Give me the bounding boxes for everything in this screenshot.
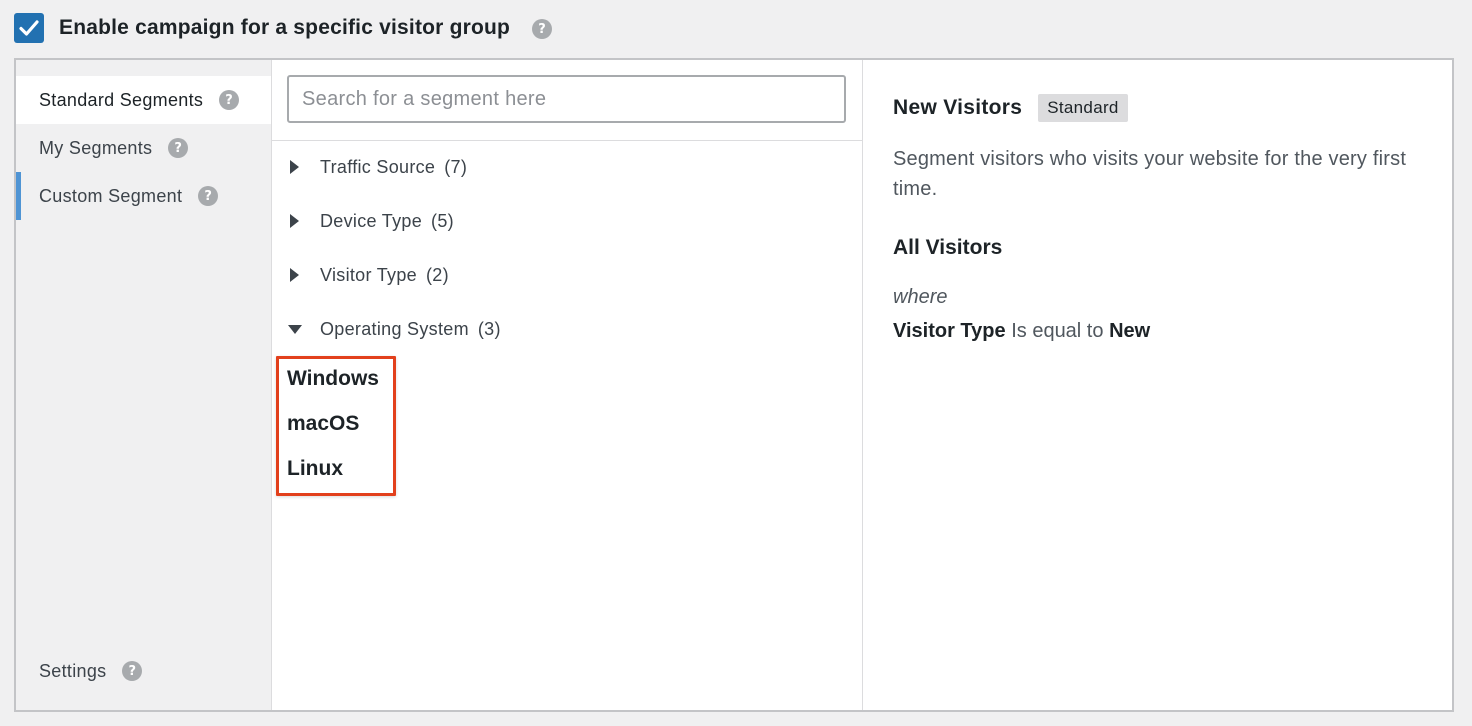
os-item-macos[interactable]: macOS xyxy=(287,412,359,436)
rule-field: Visitor Type xyxy=(893,320,1006,342)
rule-operator: Is equal to xyxy=(1011,320,1104,342)
sidebar-item-label: My Segments xyxy=(39,137,153,158)
group-label: Traffic Source xyxy=(320,156,436,177)
group-visitor-type[interactable]: Visitor Type (2) xyxy=(290,260,449,290)
segment-description: Segment visitors who visits your website… xyxy=(893,148,1407,200)
help-icon[interactable]: ? xyxy=(532,19,553,39)
caret-right-icon xyxy=(290,268,299,282)
sidebar-item-custom-segment[interactable]: Custom Segment ? xyxy=(16,172,271,220)
group-operating-system[interactable]: Operating System (3) xyxy=(288,314,501,344)
sidebar-item-label: Standard Segments xyxy=(39,89,204,110)
segment-badge: Standard xyxy=(1038,94,1128,122)
sidebar-item-standard-segments[interactable]: Standard Segments ? xyxy=(16,76,271,124)
group-label: Visitor Type xyxy=(320,264,417,285)
help-icon[interactable]: ? xyxy=(168,138,189,158)
help-icon[interactable]: ? xyxy=(122,661,143,681)
segment-name: New Visitors xyxy=(893,96,1023,119)
caret-right-icon xyxy=(290,214,299,228)
segment-search-input[interactable] xyxy=(287,75,846,123)
os-item-linux[interactable]: Linux xyxy=(287,457,343,481)
os-item-windows[interactable]: Windows xyxy=(287,367,379,391)
help-icon[interactable]: ? xyxy=(198,186,219,206)
help-icon[interactable]: ? xyxy=(219,90,240,110)
group-device-type[interactable]: Device Type (5) xyxy=(290,206,454,236)
sidebar-item-settings[interactable]: Settings ? xyxy=(16,647,271,695)
enable-label[interactable]: Enable campaign for a specific visitor g… xyxy=(59,16,510,40)
group-count: (7) xyxy=(444,156,468,177)
checkmark-icon xyxy=(19,20,39,36)
caret-down-icon xyxy=(288,324,302,334)
segment-detail: New Visitors Standard Segment visitors w… xyxy=(863,60,1452,710)
segment-title: New Visitors Standard xyxy=(893,94,1128,122)
enable-checkbox[interactable] xyxy=(14,13,44,43)
segment-list-column: Traffic Source (7) Device Type (5) Visit… xyxy=(272,60,863,710)
campaign-visitor-group-toggle: Enable campaign for a specific visitor g… xyxy=(14,12,553,44)
sidebar-item-my-segments[interactable]: My Segments ? xyxy=(16,124,271,172)
caret-right-icon xyxy=(290,160,299,174)
group-count: (5) xyxy=(431,210,454,231)
all-visitors-label: All Visitors xyxy=(893,236,1003,259)
group-count: (2) xyxy=(425,264,449,285)
group-count: (3) xyxy=(477,318,501,339)
group-traffic-source[interactable]: Traffic Source (7) xyxy=(290,152,467,182)
search-area xyxy=(272,60,862,141)
highlight-box: Windows macOS Linux xyxy=(276,356,396,496)
group-label: Operating System xyxy=(320,318,469,339)
segment-sidebar: Standard Segments ? My Segments ? Custom… xyxy=(16,60,272,710)
segment-panel: Standard Segments ? My Segments ? Custom… xyxy=(14,58,1454,712)
sidebar-item-label: Custom Segment xyxy=(39,185,183,206)
segment-rule: Visitor Type Is equal to New xyxy=(893,320,1150,343)
group-label: Device Type xyxy=(320,210,423,231)
sidebar-item-label: Settings xyxy=(39,660,107,681)
rule-value: New xyxy=(1109,320,1151,342)
where-label: where xyxy=(893,286,948,308)
